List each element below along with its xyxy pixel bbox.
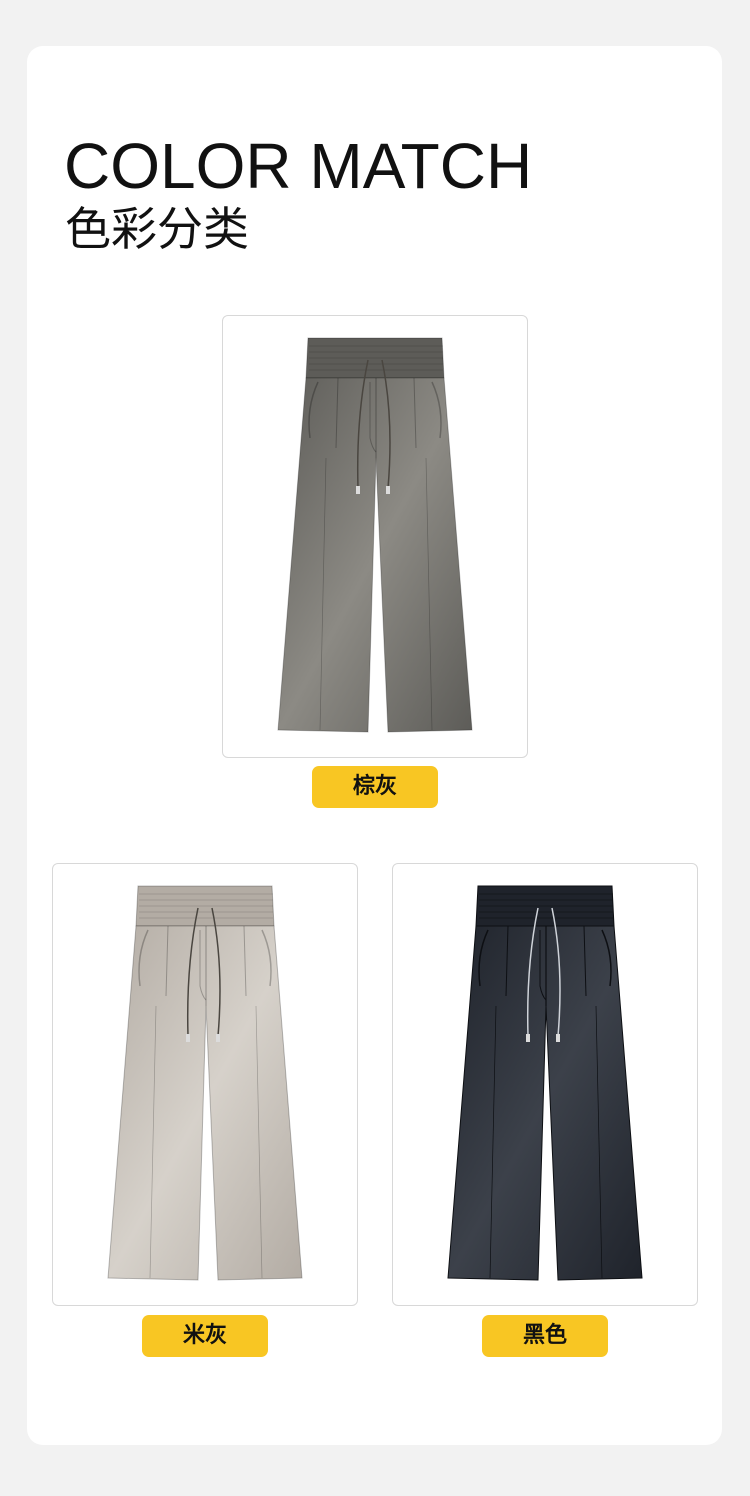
color-label-black[interactable]: 黑色 (482, 1315, 608, 1357)
page-subtitle: 色彩分类 (65, 202, 249, 256)
pants-icon (447, 885, 643, 1281)
product-card-black[interactable] (392, 863, 698, 1306)
color-label-beige-gray[interactable]: 米灰 (142, 1315, 268, 1357)
pants-legs (447, 925, 643, 1281)
pants-legs (107, 925, 303, 1281)
pants-icon (107, 885, 303, 1281)
product-card-brown-gray[interactable] (222, 315, 528, 758)
page-title: COLOR MATCH (64, 130, 533, 202)
pants-legs (277, 377, 473, 733)
product-card-beige-gray[interactable] (52, 863, 358, 1306)
color-label-brown-gray[interactable]: 棕灰 (312, 766, 438, 808)
pants-icon (277, 337, 473, 733)
